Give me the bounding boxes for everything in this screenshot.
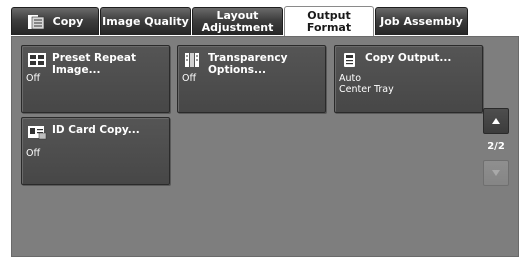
copy-screen: Copy Image Quality Layout Adjustment Out…: [9, 3, 521, 257]
id-card-copy-value: Off: [26, 148, 41, 159]
transparency-icon: [185, 53, 199, 67]
scroll-up-button[interactable]: [483, 108, 509, 134]
tab-output-format[interactable]: Output Format: [284, 6, 374, 36]
preset-repeat-image-value: Off: [26, 73, 41, 84]
copy-output-icon: [344, 53, 355, 67]
options-panel: Preset Repeat Image... Off Transparency …: [11, 36, 519, 257]
tab-job-assembly[interactable]: Job Assembly: [375, 7, 468, 35]
id-card-icon: [28, 126, 47, 140]
page-indicator: 2/2: [487, 141, 505, 152]
copy-output-value: Auto Center Tray: [339, 73, 394, 95]
preset-repeat-image-icon: [28, 53, 46, 67]
scroll-down-button[interactable]: [483, 160, 509, 186]
tab-job-assembly-label: Job Assembly: [380, 14, 463, 28]
transparency-options-value: Off: [182, 73, 197, 84]
id-card-copy-title: ID Card Copy...: [52, 124, 140, 136]
copy-output-title: Copy Output...: [365, 52, 452, 64]
arrow-up-icon: [492, 118, 500, 124]
tab-output-format-label: Output Format: [306, 8, 352, 34]
id-card-copy-button[interactable]: ID Card Copy... Off: [21, 117, 170, 185]
tab-layout-adjustment[interactable]: Layout Adjustment: [192, 7, 283, 35]
arrow-down-icon: [492, 170, 500, 176]
copy-icon: [27, 14, 44, 29]
transparency-options-title: Transparency Options...: [208, 52, 288, 76]
preset-repeat-image-button[interactable]: Preset Repeat Image... Off: [21, 45, 170, 113]
tab-copy[interactable]: Copy: [11, 7, 99, 35]
tab-layout-adjustment-label: Layout Adjustment: [201, 8, 274, 34]
preset-repeat-image-title: Preset Repeat Image...: [52, 52, 136, 76]
copy-output-button[interactable]: Copy Output... Auto Center Tray: [334, 45, 483, 113]
tab-copy-label: Copy: [52, 14, 84, 28]
transparency-options-button[interactable]: Transparency Options... Off: [177, 45, 326, 113]
tab-image-quality-label: Image Quality: [102, 14, 189, 28]
tab-image-quality[interactable]: Image Quality: [100, 7, 191, 35]
